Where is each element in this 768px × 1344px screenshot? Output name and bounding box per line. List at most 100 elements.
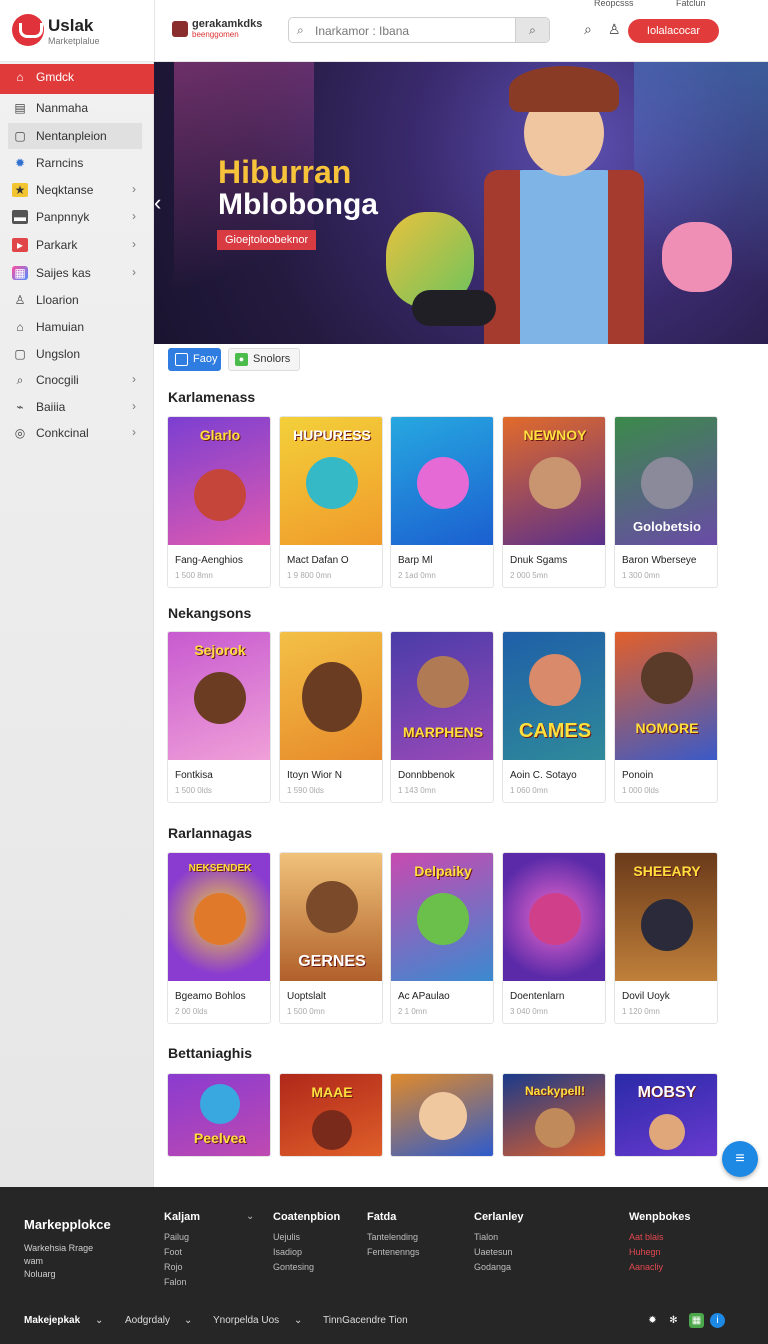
game-card[interactable]: Sejorok Fontkisa 1 500 0lds	[167, 631, 271, 803]
footer-link[interactable]: Tantelending	[367, 1232, 418, 1242]
search-input[interactable]: Inarkamor : Ibana	[315, 24, 409, 38]
gamepad-icon	[412, 290, 496, 326]
game-card[interactable]: SHEEARY Dovil Uoyk 1 120 0mn	[614, 852, 718, 1024]
game-title: Itoyn Wior N	[287, 770, 343, 781]
game-card[interactable]: CAMES Aoin C. Sotayo 1 060 0mn	[502, 631, 606, 803]
sidebar-item-9[interactable]: ⌂ Hamuian	[0, 314, 154, 340]
signin-button[interactable]: Iolalacocar	[628, 19, 719, 43]
game-card[interactable]: NEKSENDEK Bgeamo Bohlos 2 00 0lds	[167, 852, 271, 1024]
footer-link[interactable]: Aat blais	[629, 1232, 664, 1242]
section-title: Karlamenass	[168, 389, 256, 405]
sidebar-item-11[interactable]: ⌕ Cnocgili ›	[0, 367, 154, 393]
footer-link[interactable]: Huhegn	[629, 1247, 661, 1257]
game-title: Uoptslalt	[287, 991, 326, 1002]
game-card[interactable]: Itoyn Wior N 1 590 0lds	[279, 631, 383, 803]
game-card[interactable]: GERNES Uoptslalt 1 500 0mn	[279, 852, 383, 1024]
sidebar-item-3[interactable]: ✹ Rarncins	[0, 150, 154, 176]
site-logo[interactable]: Uslak Marketplalue	[12, 12, 152, 52]
settings-icon[interactable]: ✹	[645, 1313, 660, 1328]
footer-link[interactable]: Rojo	[164, 1262, 183, 1272]
game-meta: 1 143 0mn	[398, 786, 436, 795]
share-icon[interactable]: ✻	[666, 1313, 681, 1328]
game-meta: 1 120 0mn	[622, 1007, 660, 1016]
chevron-down-icon: ⌄	[294, 1315, 303, 1326]
sidebar-item-6[interactable]: ▸ Parkark ›	[0, 232, 154, 258]
sidebar-item-5[interactable]: ▬ Panpnnyk ›	[0, 204, 154, 230]
footer-column-title[interactable]: Kaljam	[164, 1211, 200, 1223]
search-icon[interactable]: ⌕	[584, 21, 592, 38]
game-meta: 1 500 0lds	[175, 786, 212, 795]
game-card[interactable]: NOMORE Ponoin 1 000 0lds	[614, 631, 718, 803]
top-link-left[interactable]: Reopcsss	[594, 0, 634, 8]
hero-banner[interactable]: Hiburran Mblobonga Gioejtoloobeknor ‹	[154, 62, 768, 344]
game-title: Ac APaulao	[398, 991, 450, 1002]
sidebar-item-13[interactable]: ◎ Conkcinal ›	[0, 420, 154, 446]
footer-link[interactable]: Fentenenngs	[367, 1247, 420, 1257]
top-link-right[interactable]: Fatclun	[676, 0, 706, 8]
sidebar-item-10[interactable]: ▢ Ungslon	[0, 341, 154, 367]
footer-column-title: Cerlanley	[474, 1211, 524, 1223]
sidebar-item-label: Nentanpleion	[36, 129, 107, 143]
sidebar-item-label: Gmdck	[36, 70, 75, 84]
footer-link[interactable]: Godanga	[474, 1262, 511, 1272]
game-card[interactable]: NEWNOY Dnuk Sgams 2 000 5mn	[502, 416, 606, 588]
app-icon[interactable]: ▦	[689, 1313, 704, 1328]
chevron-down-icon[interactable]: ⌄	[246, 1211, 254, 1222]
game-card[interactable]: MAAE	[279, 1073, 383, 1157]
footer-link[interactable]: Uejulis	[273, 1232, 300, 1242]
sidebar-item-label: Baiiia	[36, 400, 66, 414]
sidebar-item-home[interactable]: ⌂ Gmdck	[0, 64, 154, 94]
game-card[interactable]	[390, 1073, 494, 1157]
game-card[interactable]: HUPURESS Mact Dafan O 1 9 800 0mn	[279, 416, 383, 588]
game-card[interactable]: Doentenlarn 3 040 0mn	[502, 852, 606, 1024]
footer-link[interactable]: Isadiop	[273, 1247, 302, 1257]
game-card[interactable]: MOBSY	[614, 1073, 718, 1157]
sidebar-item-2[interactable]: ▢ Nentanpleion	[8, 123, 142, 149]
filter-chip-2[interactable]: ● Snolors	[228, 348, 300, 371]
game-card[interactable]: Peelvea	[167, 1073, 271, 1157]
game-meta: 1 300 0mn	[622, 571, 660, 580]
footer-link[interactable]: Gontesing	[273, 1262, 314, 1272]
chip-label: Faoy	[193, 353, 218, 365]
footer-bottom-link[interactable]: Aodgrdaly	[125, 1315, 170, 1326]
sidebar-item-8[interactable]: ♙ Lloarion	[0, 287, 154, 313]
sidebar-item-4[interactable]: ★ Neqktanse ›	[0, 177, 154, 203]
footer-link[interactable]: Foot	[164, 1247, 182, 1257]
info-icon[interactable]: i	[710, 1313, 725, 1328]
chevron-right-icon: ›	[132, 265, 136, 279]
footer-link[interactable]: Pailug	[164, 1232, 189, 1242]
menu-fab-button[interactable]: ≡	[722, 1141, 758, 1177]
game-title: Baron Wberseye	[622, 555, 697, 566]
hero-tag[interactable]: Gioejtoloobeknor	[217, 230, 317, 250]
game-cover: GERNES	[280, 853, 382, 981]
game-title: Mact Dafan O	[287, 555, 349, 566]
game-card[interactable]: Barp Ml 2 1ad 0mn	[390, 416, 494, 588]
footer-link[interactable]: Uaetesun	[474, 1247, 513, 1257]
user-icon[interactable]: ♙	[608, 21, 621, 38]
game-cover: Golobetsio	[615, 417, 717, 545]
game-meta: 1 9 800 0mn	[287, 571, 332, 580]
footer-bottom-link[interactable]: Ynorpelda Uos	[213, 1315, 279, 1326]
store-brand[interactable]: gerakamkdks beenggomen	[172, 18, 272, 42]
sidebar-item-7[interactable]: ▦ Saijes kas ›	[0, 260, 154, 286]
game-card[interactable]: Nackypell!	[502, 1073, 606, 1157]
footer-bottom-brand[interactable]: Makejepkak	[24, 1315, 80, 1326]
footer-link[interactable]: Tialon	[474, 1232, 498, 1242]
game-card[interactable]: MARPHENS Donnbbenok 1 143 0mn	[390, 631, 494, 803]
filter-chip-1[interactable]: Faoy	[168, 348, 221, 371]
game-meta: 2 1ad 0mn	[398, 571, 436, 580]
game-card[interactable]: Glarlo Fang-Aenghios 1 500 8mn	[167, 416, 271, 588]
people-icon: ♙	[14, 293, 26, 307]
game-cover: SHEEARY	[615, 853, 717, 981]
chevron-left-icon[interactable]: ‹	[154, 190, 161, 216]
game-card[interactable]: Delpaiky Ac APaulao 2 1 0mn	[390, 852, 494, 1024]
game-card[interactable]: Golobetsio Baron Wberseye 1 300 0mn	[614, 416, 718, 588]
search-button[interactable]: ⌕	[515, 18, 549, 42]
sidebar-item-12[interactable]: ⌁ Baiiia ›	[0, 394, 154, 420]
search-bar[interactable]: ⌕ Inarkamor : Ibana ⌕	[288, 17, 550, 43]
sidebar-item-1[interactable]: ▤ Nanmaha	[0, 95, 154, 121]
sidebar-item-label: Ungslon	[36, 347, 81, 361]
footer-link[interactable]: Aanacliy	[629, 1262, 663, 1272]
footer-link[interactable]: Falon	[164, 1277, 187, 1287]
footer-bottom-link[interactable]: TinnGacendre Tion	[323, 1315, 408, 1326]
